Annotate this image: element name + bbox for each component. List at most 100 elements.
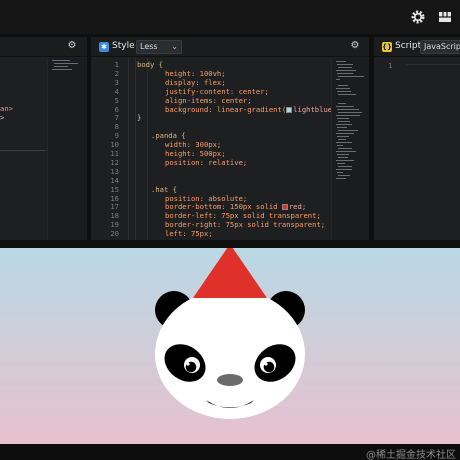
line-number: 5: [114, 95, 119, 105]
code-lines: body {height: 100vh; display: flex; justif…: [137, 58, 345, 240]
script-panel-title: Script: [395, 41, 422, 51]
html-minimap[interactable]: [47, 58, 87, 240]
panda-nose: [217, 374, 243, 386]
line-number: 16: [110, 193, 119, 203]
html-editor-panel: ⚙ an> >: [0, 37, 87, 240]
minimap-line: [336, 142, 352, 143]
code-line: justify-content: center;: [165, 86, 269, 96]
minimap-line: [338, 67, 352, 68]
minimap-line: [338, 157, 348, 158]
line-number: 14: [110, 175, 119, 185]
minimap-line: [336, 178, 346, 179]
code-line: left: 75px;: [165, 229, 213, 239]
cursor-line: [406, 64, 460, 65]
line-number: 8: [114, 122, 119, 132]
panel-header: {} Script JavaScript: [374, 37, 460, 57]
code-line: body {: [137, 60, 163, 69]
line-number: 19: [110, 220, 119, 230]
code-line: position: absolute;: [165, 193, 248, 203]
minimap-line: [336, 151, 356, 152]
style-settings-gear-icon[interactable]: ⚙: [349, 40, 361, 52]
minimap-line: [337, 136, 349, 137]
minimap-line: [337, 163, 345, 164]
html-code-area[interactable]: an> >: [0, 58, 87, 240]
minimap-line: [336, 124, 352, 125]
style-panel-title: Style: [112, 41, 135, 51]
minimap-line: [336, 61, 346, 62]
minimap-line: [336, 169, 352, 170]
color-swatch[interactable]: [281, 204, 288, 211]
panel-header: ✱ Style Less ⌄ ⚙: [91, 37, 369, 57]
panda-illustration: [155, 248, 305, 419]
line-number: 12: [110, 157, 119, 167]
minimap-line: [338, 103, 346, 104]
layout-icon[interactable]: [437, 9, 453, 25]
minimap-line: [337, 109, 359, 110]
minimap-line: [336, 106, 354, 107]
party-hat: [193, 248, 267, 298]
minimap-line: [336, 115, 360, 116]
minimap-line: [338, 121, 350, 122]
minimap-line: [338, 85, 348, 86]
minimap-line: [338, 76, 364, 77]
minimap-line: [337, 73, 353, 74]
chevron-down-icon: ⌄: [171, 42, 178, 51]
code-line: .hat {: [151, 184, 177, 194]
line-number: 13: [110, 166, 119, 176]
script-code-area[interactable]: 1: [374, 58, 460, 240]
code-line: border-bottom: 150px solid red;: [165, 202, 307, 212]
code-line: border-right: 75px solid transparent;: [165, 220, 326, 230]
code-line: .panda {: [151, 131, 186, 141]
script-editor-panel: {} Script JavaScript 1: [374, 37, 460, 240]
panel-header: ⚙: [0, 37, 87, 57]
line-number: 15: [110, 184, 119, 194]
line-number: 20: [110, 229, 119, 239]
minimap-line: [338, 175, 350, 176]
line-number: 4: [114, 86, 119, 96]
line-number: 6: [114, 104, 119, 114]
line-number: 3: [114, 77, 119, 87]
style-minimap[interactable]: [331, 58, 369, 240]
right-eye-glint: [264, 362, 268, 366]
minimap-line: [337, 64, 353, 65]
code-line: position: relative;: [165, 157, 248, 167]
minimap-line: [336, 79, 340, 80]
code-line: align-items: center;: [165, 95, 252, 105]
code-line: height: 100vh;: [165, 68, 226, 78]
line-number: 1: [388, 61, 393, 70]
footer-bar: @稀土掘金技术社区: [0, 444, 460, 460]
code-line: >: [0, 113, 5, 122]
minimap-line: [338, 166, 352, 167]
minimap-line: [336, 88, 350, 89]
minimap-line: [338, 130, 358, 131]
minimap-line: [337, 145, 343, 146]
minimap-line: [337, 154, 349, 155]
style-language-value: Less: [140, 42, 158, 51]
style-language-select[interactable]: Less ⌄: [136, 40, 182, 54]
top-toolbar: [0, 0, 460, 34]
code-line: width: 300px;: [165, 140, 222, 150]
script-language-select[interactable]: JavaScript: [420, 40, 460, 54]
left-eye-glint: [186, 362, 190, 366]
code-line: display: flex;: [165, 77, 226, 87]
minimap-line: [336, 160, 354, 161]
color-swatch[interactable]: [286, 106, 293, 113]
gear-icon[interactable]: [410, 9, 426, 25]
js-icon: {}: [382, 42, 392, 52]
style-code-area[interactable]: 1 2 3 4 5 6 7 8 9 10 11 12 13 14 15 16 17 18 19 20 body {he…: [91, 58, 369, 240]
code-line: an>: [0, 104, 13, 113]
line-number: 9: [114, 131, 119, 141]
line-number: 2: [114, 68, 119, 78]
indent-guide: [135, 58, 136, 240]
indent-guide: [128, 58, 129, 240]
line-number: 1: [114, 60, 119, 69]
line-number: 17: [110, 202, 119, 212]
line-number: 18: [110, 211, 119, 221]
preview-pane[interactable]: [0, 248, 460, 444]
html-settings-gear-icon[interactable]: ⚙: [66, 40, 78, 52]
html-divider: [0, 150, 46, 151]
minimap-line: [54, 63, 78, 64]
code-line: height: 500px;: [165, 149, 226, 158]
watermark: @稀土掘金技术社区: [366, 450, 456, 460]
style-editor-panel: ✱ Style Less ⌄ ⚙ 1 2 3 4 5 6 7 8 9 10 11 12 13 14 15 16…: [91, 37, 369, 240]
